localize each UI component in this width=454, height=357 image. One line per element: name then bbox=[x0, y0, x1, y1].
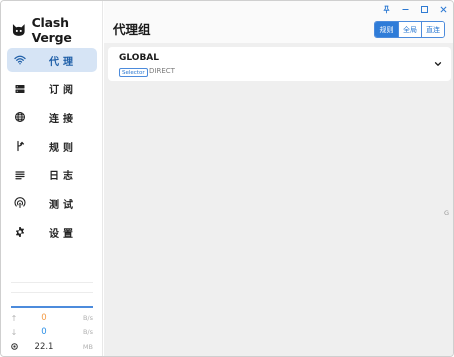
memory-icon bbox=[9, 342, 19, 352]
memory-value: 22.1 bbox=[34, 342, 54, 352]
mode-direct-button[interactable]: 直连 bbox=[421, 22, 444, 37]
download-traffic: ↓ 0 B/s bbox=[9, 325, 95, 339]
fork-icon bbox=[14, 140, 26, 152]
list-icon bbox=[14, 169, 26, 181]
mode-switch: 规则 全局 直连 bbox=[374, 21, 445, 38]
arrow-down-icon: ↓ bbox=[10, 327, 18, 337]
sidebar-item-label: 规则 bbox=[49, 142, 77, 154]
sidebar-item-rules[interactable]: 规则 bbox=[7, 134, 97, 158]
radar-icon bbox=[14, 197, 26, 209]
proxy-group-card[interactable]: GLOBAL Selector DIRECT bbox=[108, 47, 451, 81]
app-window: Clash Verge 代理 订阅 连接 规则 日志 测试 设置 ↑ 0 B/s… bbox=[0, 0, 454, 357]
cat-logo-icon bbox=[12, 24, 25, 36]
alphabet-index-letter[interactable]: G bbox=[444, 209, 449, 217]
sidebar: Clash Verge 代理 订阅 连接 规则 日志 测试 设置 ↑ 0 B/s… bbox=[1, 1, 103, 356]
arrow-up-icon: ↑ bbox=[10, 313, 18, 323]
divider bbox=[11, 282, 93, 283]
divider bbox=[11, 292, 93, 293]
group-current-proxy: DIRECT bbox=[149, 67, 175, 75]
app-logo: Clash Verge bbox=[11, 15, 102, 45]
memory-usage: 22.1 MB bbox=[9, 340, 95, 354]
chevron-down-icon[interactable] bbox=[433, 59, 443, 69]
main-header: 代理组 规则 全局 直连 bbox=[104, 1, 453, 43]
sidebar-nav: 代理 订阅 连接 规则 日志 测试 设置 bbox=[7, 48, 97, 249]
main-panel: 代理组 规则 全局 直连 GLOBAL Selector DIRECT G bbox=[104, 1, 453, 356]
close-icon bbox=[440, 6, 446, 12]
page-title: 代理组 bbox=[113, 22, 151, 37]
wifi-icon bbox=[14, 54, 26, 66]
close-button[interactable] bbox=[437, 3, 449, 15]
sidebar-item-label: 测试 bbox=[49, 199, 77, 211]
sidebar-item-label: 代理 bbox=[49, 56, 77, 68]
group-name: GLOBAL bbox=[119, 53, 160, 63]
maximize-button[interactable] bbox=[418, 3, 430, 15]
upload-speed-unit: B/s bbox=[82, 314, 93, 322]
minimize-button[interactable] bbox=[399, 3, 411, 15]
memory-unit: MB bbox=[82, 343, 93, 351]
upload-traffic: ↑ 0 B/s bbox=[9, 311, 95, 325]
sidebar-item-test[interactable]: 测试 bbox=[7, 191, 97, 215]
sidebar-item-profiles[interactable]: 订阅 bbox=[7, 77, 97, 101]
window-controls bbox=[380, 3, 449, 15]
sidebar-item-label: 订阅 bbox=[49, 85, 77, 97]
upload-speed-value: 0 bbox=[41, 313, 47, 323]
sidebar-item-label: 日志 bbox=[49, 171, 77, 183]
app-name: Clash Verge bbox=[31, 15, 72, 45]
pin-icon bbox=[382, 5, 390, 13]
sidebar-item-logs[interactable]: 日志 bbox=[7, 163, 97, 187]
mode-rule-button[interactable]: 规则 bbox=[375, 22, 398, 37]
sidebar-item-label: 设置 bbox=[49, 228, 77, 240]
mode-global-button[interactable]: 全局 bbox=[398, 22, 421, 37]
group-type-badge: Selector bbox=[119, 68, 148, 77]
globe-icon bbox=[14, 111, 26, 123]
pin-button[interactable] bbox=[380, 3, 392, 15]
sidebar-item-label: 连接 bbox=[49, 113, 77, 125]
sidebar-item-proxies[interactable]: 代理 bbox=[7, 48, 97, 72]
maximize-icon bbox=[420, 5, 428, 13]
gear-icon bbox=[14, 226, 26, 238]
sidebar-item-connections[interactable]: 连接 bbox=[7, 105, 97, 129]
server-icon bbox=[14, 83, 26, 95]
download-speed-value: 0 bbox=[41, 327, 47, 337]
download-speed-unit: B/s bbox=[82, 328, 93, 336]
minimize-icon bbox=[402, 8, 408, 10]
sidebar-item-settings[interactable]: 设置 bbox=[7, 220, 97, 244]
traffic-graph[interactable] bbox=[11, 306, 93, 308]
